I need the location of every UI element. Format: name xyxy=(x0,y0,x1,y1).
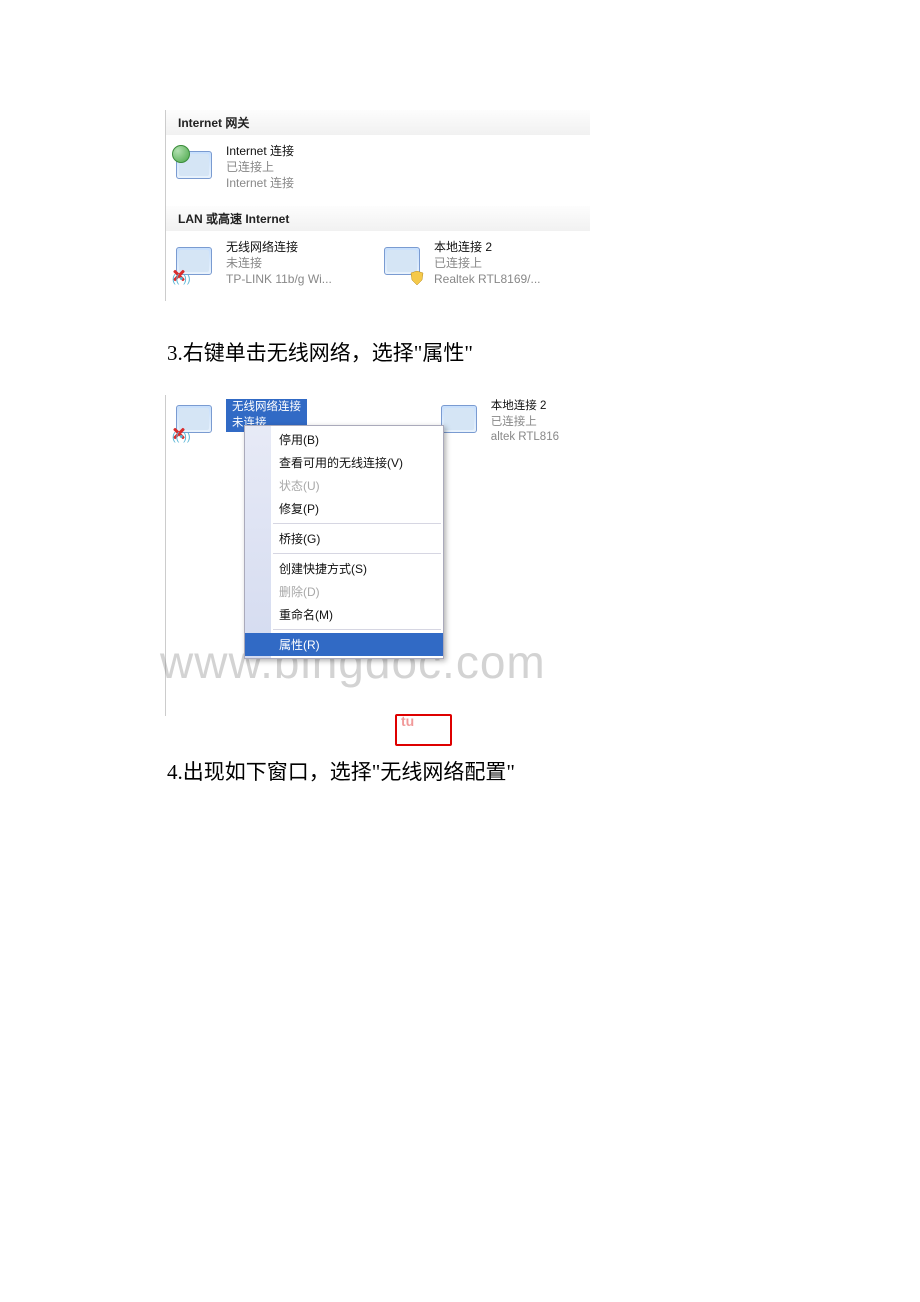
menu-separator xyxy=(273,629,441,630)
wireless-desc: TP-LINK 11b/g Wi... xyxy=(226,271,332,287)
right-status: 已连接上 xyxy=(491,415,559,431)
instruction-step-4: 4.出现如下窗口，选择"无线网络配置" xyxy=(167,756,755,786)
menu-item-9[interactable]: 重命名(M) xyxy=(245,603,443,626)
menu-item-5[interactable]: 桥接(G) xyxy=(245,527,443,550)
lan-section-body: ((•)) 无线网络连接 未连接 TP-LINK 11b/g Wi... 本地连… xyxy=(166,231,590,302)
menu-item-2: 状态(U) xyxy=(245,474,443,497)
wireless-title: 无线网络连接 xyxy=(226,239,332,255)
menu-separator xyxy=(273,523,441,524)
local-desc: Realtek RTL8169/... xyxy=(434,271,541,287)
menu-item-3[interactable]: 修复(P) xyxy=(245,497,443,520)
local-connection-item[interactable]: 本地连接 2 已连接上 Realtek RTL8169/... xyxy=(380,239,560,288)
wireless-icon-selected: ((•)) xyxy=(172,399,216,443)
internet-connection-status: 已连接上 xyxy=(226,159,294,175)
lan-section-header: LAN 或高速 Internet xyxy=(166,206,590,231)
internet-connection-icon xyxy=(172,145,216,189)
internet-connection-item[interactable]: Internet 连接 已连接上 Internet 连接 xyxy=(172,143,352,192)
selected-title: 无线网络连接 xyxy=(232,400,301,416)
right-desc: altek RTL816 xyxy=(491,430,559,446)
menu-item-11[interactable]: 属性(R) xyxy=(245,633,443,656)
wireless-status: 未连接 xyxy=(226,255,332,271)
gateway-section-body: Internet 连接 已连接上 Internet 连接 xyxy=(166,135,590,206)
menu-item-1[interactable]: 查看可用的无线连接(V) xyxy=(245,451,443,474)
menu-item-7[interactable]: 创建快捷方式(S) xyxy=(245,557,443,580)
context-menu-panel: ((•)) 无线网络连接 未连接 本地连接 2 已连接上 altek RTL81… xyxy=(165,395,565,716)
local-status: 已连接上 xyxy=(434,255,541,271)
local-title: 本地连接 2 xyxy=(434,239,541,255)
menu-item-8: 删除(D) xyxy=(245,580,443,603)
gateway-section-header: Internet 网关 xyxy=(166,110,590,135)
shield-badge-icon xyxy=(410,271,424,285)
network-connections-panel: Internet 网关 Internet 连接 已连接上 Internet 连接… xyxy=(165,110,590,301)
wifi-badge-icon: ((•)) xyxy=(172,273,191,285)
menu-separator xyxy=(273,553,441,554)
wireless-connection-item[interactable]: ((•)) 无线网络连接 未连接 TP-LINK 11b/g Wi... xyxy=(172,239,352,288)
local-item-context[interactable]: 本地连接 2 已连接上 altek RTL816 xyxy=(437,399,559,446)
internet-connection-title: Internet 连接 xyxy=(226,143,294,159)
internet-connection-desc: Internet 连接 xyxy=(226,175,294,191)
context-menu: 停用(B)查看可用的无线连接(V)状态(U)修复(P) 桥接(G) 创建快捷方式(S… xyxy=(244,425,444,659)
local-connection-icon xyxy=(380,241,424,285)
wifi-badge-icon: ((•)) xyxy=(172,431,191,443)
instruction-step-3: 3.右键单击无线网络，选择"属性" xyxy=(167,337,755,367)
wireless-icon: ((•)) xyxy=(172,241,216,285)
right-title: 本地连接 2 xyxy=(491,399,559,415)
menu-item-0[interactable]: 停用(B) xyxy=(245,428,443,451)
